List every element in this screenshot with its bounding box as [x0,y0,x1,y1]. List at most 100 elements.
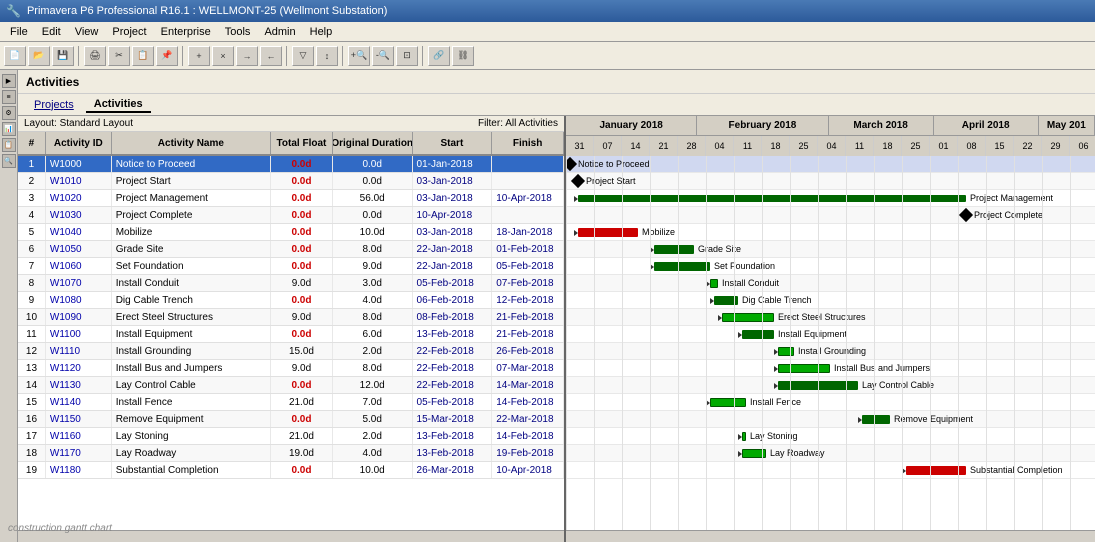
table-row[interactable]: 16 W1150 Remove Equipment 0.0d 5.0d 15-M… [18,411,564,428]
filter-btn[interactable]: ▽ [292,46,314,66]
layout-bar: Layout: Standard Layout Filter: All Acti… [18,116,564,132]
cell-float: 9.0d [271,275,333,291]
cell-num: 1 [18,156,46,172]
cell-num: 6 [18,241,46,257]
table-row[interactable]: 1 W1000 Notice to Proceed 0.0d 0.0d 01-J… [18,156,564,173]
open-btn[interactable]: 📂 [28,46,50,66]
cell-finish: 05-Feb-2018 [492,258,564,274]
activities-panel: Activities Projects Activities Layout: S… [18,70,1095,542]
table-row[interactable]: 14 W1130 Lay Control Cable 0.0d 12.0d 22… [18,377,564,394]
table-row[interactable]: 15 W1140 Install Fence 21.0d 7.0d 05-Feb… [18,394,564,411]
menu-edit[interactable]: Edit [36,25,67,39]
cut-btn[interactable]: ✂ [108,46,130,66]
cell-finish: 14-Mar-2018 [492,377,564,393]
table-row[interactable]: 7 W1060 Set Foundation 0.0d 9.0d 22-Jan-… [18,258,564,275]
new-btn[interactable]: 📄 [4,46,26,66]
table-header: # Activity ID Activity Name Total Float … [18,132,564,156]
add-btn[interactable]: + [188,46,210,66]
sidebar-icon-2[interactable]: ≡ [2,90,16,104]
day-29: 29 [1042,136,1070,156]
cell-num: 19 [18,462,46,478]
table-row[interactable]: 6 W1050 Grade Site 0.0d 8.0d 22-Jan-2018… [18,241,564,258]
sidebar-icon-1[interactable]: ▶ [2,74,16,88]
del-btn[interactable]: × [212,46,234,66]
cell-float: 0.0d [271,241,333,257]
menu-admin[interactable]: Admin [258,25,301,39]
cell-id: W1110 [46,343,112,359]
fit-btn[interactable]: ⊡ [396,46,418,66]
gantt-bar [906,466,966,475]
sidebar-icon-4[interactable]: 📊 [2,122,16,136]
cell-finish: 26-Feb-2018 [492,343,564,359]
cell-num: 11 [18,326,46,342]
menu-enterprise[interactable]: Enterprise [155,25,217,39]
zoom-in-btn[interactable]: +🔍 [348,46,370,66]
cell-num: 7 [18,258,46,274]
table-row[interactable]: 10 W1090 Erect Steel Structures 9.0d 8.0… [18,309,564,326]
link-btn[interactable]: 🔗 [428,46,450,66]
sidebar-icon-6[interactable]: 🔍 [2,154,16,168]
sidebar-icon-5[interactable]: 📋 [2,138,16,152]
table-row[interactable]: 4 W1030 Project Complete 0.0d 0.0d 10-Ap… [18,207,564,224]
outdent-btn[interactable]: ← [260,46,282,66]
table-row[interactable]: 11 W1100 Install Equipment 0.0d 6.0d 13-… [18,326,564,343]
table-row[interactable]: 8 W1070 Install Conduit 9.0d 3.0d 05-Feb… [18,275,564,292]
menu-project[interactable]: Project [106,25,152,39]
cell-origdur: 9.0d [333,258,413,274]
table-row[interactable]: 5 W1040 Mobilize 0.0d 10.0d 03-Jan-2018 … [18,224,564,241]
cell-num: 10 [18,309,46,325]
dependency-arrow [738,451,742,457]
cell-origdur: 12.0d [333,377,413,393]
cell-start: 03-Jan-2018 [413,224,493,240]
gantt-row: Install Conduit [566,275,1095,292]
cell-id: W1080 [46,292,112,308]
sidebar-icon-3[interactable]: ⚙ [2,106,16,120]
cell-num: 3 [18,190,46,206]
cell-num: 12 [18,343,46,359]
menu-view[interactable]: View [69,25,105,39]
copy-btn[interactable]: 📋 [132,46,154,66]
cell-finish: 19-Feb-2018 [492,445,564,461]
unlink-btn[interactable]: ⛓ [452,46,474,66]
table-row[interactable]: 19 W1180 Substantial Completion 0.0d 10.… [18,462,564,479]
milestone-marker [959,208,973,222]
sort-btn[interactable]: ↕ [316,46,338,66]
cell-float: 0.0d [271,377,333,393]
cell-float: 0.0d [271,462,333,478]
cell-float: 0.0d [271,207,333,223]
gantt-bar-label: Install Bus and Jumpers [834,363,930,373]
grid-line [818,156,819,530]
table-row[interactable]: 13 W1120 Install Bus and Jumpers 9.0d 8.… [18,360,564,377]
print-btn[interactable]: 🖨 [84,46,106,66]
table-row[interactable]: 12 W1110 Install Grounding 15.0d 2.0d 22… [18,343,564,360]
gantt-bar-label: Install Fence [750,397,801,407]
table-row[interactable]: 2 W1010 Project Start 0.0d 0.0d 03-Jan-2… [18,173,564,190]
cell-start: 22-Jan-2018 [413,258,493,274]
table-row[interactable]: 3 W1020 Project Management 0.0d 56.0d 03… [18,190,564,207]
gantt-rows: Notice to ProceedProject StartProject Ma… [566,156,1095,530]
tab-projects[interactable]: Projects [26,98,82,112]
cell-float: 15.0d [271,343,333,359]
cell-origdur: 3.0d [333,275,413,291]
menu-help[interactable]: Help [304,25,339,39]
gantt-bar-label: Lay Roadway [770,448,825,458]
zoom-out-btn[interactable]: -🔍 [372,46,394,66]
save-btn[interactable]: 💾 [52,46,74,66]
paste-btn[interactable]: 📌 [156,46,178,66]
tab-activities[interactable]: Activities [86,97,151,113]
cell-id: W1130 [46,377,112,393]
menu-tools[interactable]: Tools [219,25,257,39]
table-row[interactable]: 9 W1080 Dig Cable Trench 0.0d 4.0d 06-Fe… [18,292,564,309]
cell-start: 03-Jan-2018 [413,190,493,206]
table-row[interactable]: 18 W1170 Lay Roadway 19.0d 4.0d 13-Feb-2… [18,445,564,462]
gantt-h-scrollbar[interactable] [566,530,1095,542]
indent-btn[interactable]: → [236,46,258,66]
table-row[interactable]: 17 W1160 Lay Stoning 21.0d 2.0d 13-Feb-2… [18,428,564,445]
cell-name: Mobilize [112,224,271,240]
panel-title-text: Activities [26,75,79,89]
cell-name: Lay Stoning [112,428,271,444]
cell-float: 0.0d [271,190,333,206]
month-feb: February 2018 [697,116,828,135]
menu-file[interactable]: File [4,25,34,39]
cell-name: Remove Equipment [112,411,271,427]
